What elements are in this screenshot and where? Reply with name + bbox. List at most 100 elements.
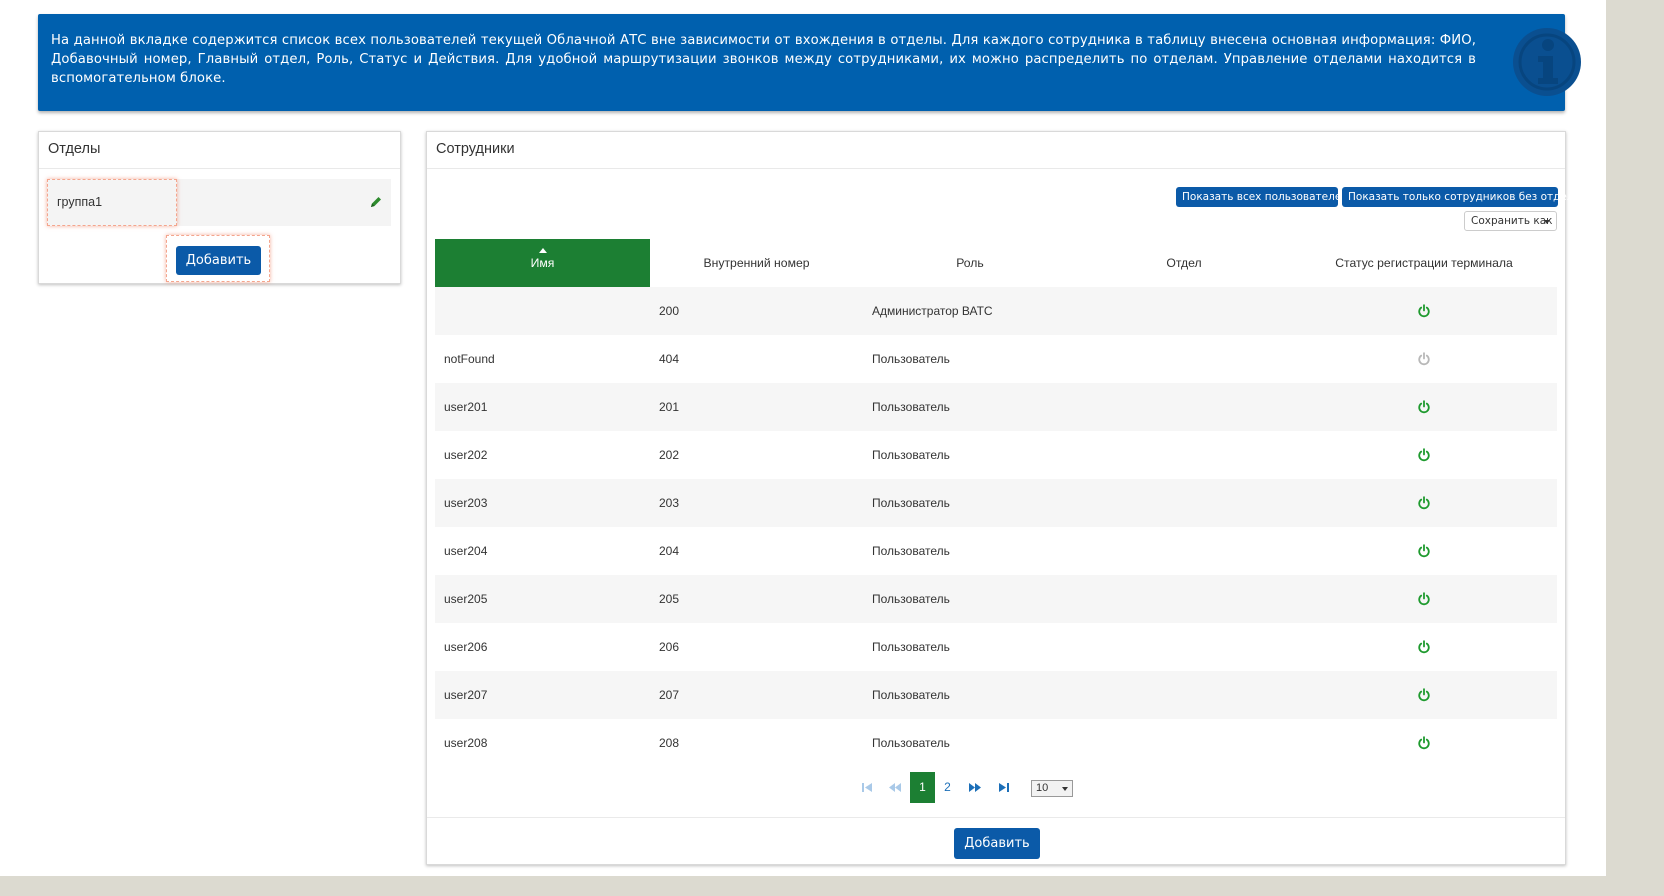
employees-title: Сотрудники: [427, 132, 1565, 169]
cell-department: [1077, 383, 1291, 431]
cell-extension: 207: [650, 671, 863, 719]
cell-role: Пользователь: [863, 575, 1077, 623]
cell-role: Пользователь: [863, 479, 1077, 527]
column-header-name[interactable]: Имя: [435, 239, 650, 287]
table-row[interactable]: user207 207 Пользователь: [435, 671, 1557, 719]
department-add-wrapper: Добавить: [166, 235, 270, 282]
cell-status: [1291, 383, 1557, 431]
cell-extension: 205: [650, 575, 863, 623]
table-row[interactable]: user201 201 Пользователь: [435, 383, 1557, 431]
cell-status: [1291, 623, 1557, 671]
cell-status: [1291, 479, 1557, 527]
cell-department: [1077, 335, 1291, 383]
cell-name: user203: [435, 479, 650, 527]
page-size-select[interactable]: 10: [1031, 780, 1073, 797]
cell-status: [1291, 671, 1557, 719]
cell-extension: 200: [650, 287, 863, 335]
cell-department: [1077, 431, 1291, 479]
info-icon: [1513, 28, 1581, 96]
info-banner: На данной вкладке содержится список всех…: [38, 14, 1581, 111]
last-page-icon[interactable]: [992, 772, 1016, 803]
sort-ascending-icon: [538, 248, 547, 253]
info-text: На данной вкладке содержится список всех…: [51, 33, 1476, 86]
cell-department: [1077, 479, 1291, 527]
employees-panel: Сотрудники Показать всех пользователей П…: [426, 131, 1580, 865]
table-row[interactable]: user204 204 Пользователь: [435, 527, 1557, 575]
cell-name: notFound: [444, 352, 495, 366]
table-row[interactable]: user203 203 Пользователь: [435, 479, 1557, 527]
page-1-button[interactable]: 1: [910, 772, 935, 803]
cell-name: [435, 287, 650, 335]
add-employee-button[interactable]: Добавить: [954, 828, 1040, 859]
save-as-dropdown[interactable]: Сохранить как: [1464, 211, 1557, 231]
table-row[interactable]: user202 202 Пользователь: [435, 431, 1557, 479]
caret-down-icon: [1544, 220, 1550, 224]
department-row[interactable]: группа1: [47, 179, 391, 226]
power-status-icon: [1417, 640, 1430, 654]
cell-name: user201: [435, 383, 650, 431]
page-bottom-gutter: [0, 876, 1664, 896]
page-2-button[interactable]: 2: [935, 772, 960, 803]
cell-role: Пользователь: [872, 640, 950, 654]
cell-role: Пользователь: [872, 352, 950, 366]
table-header-row: Имя Внутренний номер Роль Отдел Статус р…: [435, 239, 1557, 287]
previous-page-icon[interactable]: [883, 772, 907, 803]
next-page-icon[interactable]: [963, 772, 987, 803]
cell-status: [1291, 527, 1557, 575]
cell-extension: 404: [659, 352, 680, 366]
department-name[interactable]: группа1: [47, 179, 177, 226]
cell-extension: 201: [650, 383, 863, 431]
cell-status: [1291, 431, 1557, 479]
column-header-status[interactable]: Статус регистрации терминала: [1291, 239, 1557, 287]
power-status-icon: [1417, 496, 1430, 510]
cell-name: user205: [435, 575, 650, 623]
cell-name: user202: [444, 448, 488, 462]
table-row[interactable]: 200 Администратор ВАТС: [435, 287, 1557, 335]
table-row[interactable]: user208 208 Пользователь: [435, 719, 1557, 767]
cell-name: user207: [435, 671, 650, 719]
show-all-users-button[interactable]: Показать всех пользователей: [1176, 187, 1348, 207]
power-status-icon: [1417, 448, 1430, 462]
cell-role: Пользователь: [872, 544, 950, 558]
edit-pencil-icon[interactable]: [369, 195, 383, 209]
power-status-icon: [1417, 736, 1430, 750]
cell-department: [1077, 575, 1291, 623]
save-as-label: Сохранить как: [1471, 215, 1553, 227]
column-header-extension[interactable]: Внутренний номер: [650, 239, 863, 287]
cell-role: Пользователь: [872, 448, 950, 462]
power-status-icon: [1417, 688, 1430, 702]
power-status-icon: [1417, 352, 1430, 366]
cell-name: user208: [444, 736, 488, 750]
cell-extension: 204: [659, 544, 680, 558]
cell-extension: 202: [659, 448, 680, 462]
pagination: 1 2 10: [855, 772, 1155, 803]
table-row[interactable]: user205 205 Пользователь: [435, 575, 1557, 623]
cell-department: [1077, 671, 1291, 719]
page-side-gutter: [1606, 0, 1664, 896]
cell-department: [1077, 287, 1291, 335]
cell-extension: 206: [659, 640, 680, 654]
cell-department: [1077, 719, 1291, 767]
power-status-icon: [1417, 304, 1430, 318]
column-header-department[interactable]: Отдел: [1077, 239, 1291, 287]
employees-table: Имя Внутренний номер Роль Отдел Статус р…: [435, 239, 1557, 767]
column-header-role[interactable]: Роль: [863, 239, 1077, 287]
add-department-button[interactable]: Добавить: [176, 246, 261, 275]
power-status-icon: [1417, 592, 1430, 606]
show-no-department-button[interactable]: Показать только сотрудников без отдела: [1342, 187, 1580, 207]
cell-extension: 203: [650, 479, 863, 527]
table-row[interactable]: notFound 404 Пользователь: [435, 335, 1557, 383]
cell-name: user206: [444, 640, 488, 654]
cell-role: Администратор ВАТС: [863, 287, 1077, 335]
departments-panel: Отделы группа1 Добавить: [38, 131, 401, 284]
first-page-icon[interactable]: [855, 772, 879, 803]
cell-status: [1291, 575, 1557, 623]
table-row[interactable]: user206 206 Пользователь: [435, 623, 1557, 671]
cell-department: [1077, 527, 1291, 575]
power-status-icon: [1417, 544, 1430, 558]
cell-role: Пользователь: [863, 671, 1077, 719]
cell-role: Пользователь: [863, 383, 1077, 431]
cell-status: [1291, 335, 1557, 383]
cell-name: user204: [444, 544, 488, 558]
panel-footer-divider: [427, 817, 1565, 818]
